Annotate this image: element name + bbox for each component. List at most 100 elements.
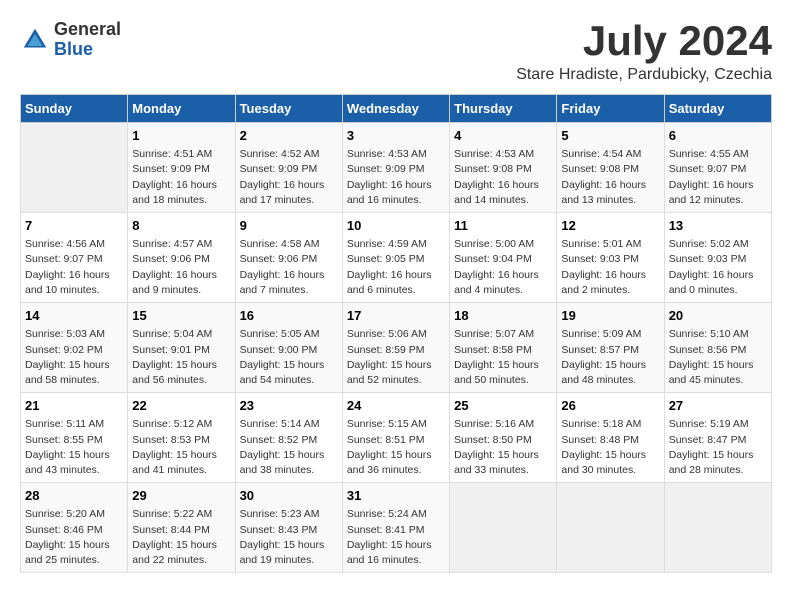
day-number: 1 [132, 127, 230, 145]
header-row: SundayMondayTuesdayWednesdayThursdayFrid… [21, 95, 772, 123]
day-info: Sunrise: 5:07 AM Sunset: 8:58 PM Dayligh… [454, 327, 552, 388]
day-info: Sunrise: 5:04 AM Sunset: 9:01 PM Dayligh… [132, 327, 230, 388]
day-info: Sunrise: 5:18 AM Sunset: 8:48 PM Dayligh… [561, 417, 659, 478]
calendar-cell: 27 Sunrise: 5:19 AM Sunset: 8:47 PM Dayli… [664, 393, 771, 483]
day-info: Sunrise: 4:53 AM Sunset: 9:09 PM Dayligh… [347, 147, 445, 208]
calendar-cell: 2 Sunrise: 4:52 AM Sunset: 9:09 PM Daylig… [235, 123, 342, 213]
calendar-body: 1 Sunrise: 4:51 AM Sunset: 9:09 PM Daylig… [21, 123, 772, 573]
day-number: 28 [25, 487, 123, 505]
day-number: 20 [669, 307, 767, 325]
day-info: Sunrise: 5:06 AM Sunset: 8:59 PM Dayligh… [347, 327, 445, 388]
week-row-3: 14 Sunrise: 5:03 AM Sunset: 9:02 PM Dayli… [21, 303, 772, 393]
header-saturday: Saturday [664, 95, 771, 123]
day-number: 5 [561, 127, 659, 145]
day-number: 21 [25, 397, 123, 415]
day-info: Sunrise: 5:15 AM Sunset: 8:51 PM Dayligh… [347, 417, 445, 478]
calendar-cell [450, 483, 557, 573]
day-info: Sunrise: 4:54 AM Sunset: 9:08 PM Dayligh… [561, 147, 659, 208]
day-number: 24 [347, 397, 445, 415]
day-number: 11 [454, 217, 552, 235]
calendar-cell [664, 483, 771, 573]
day-info: Sunrise: 5:23 AM Sunset: 8:43 PM Dayligh… [240, 507, 338, 568]
calendar-cell: 4 Sunrise: 4:53 AM Sunset: 9:08 PM Daylig… [450, 123, 557, 213]
day-number: 23 [240, 397, 338, 415]
day-info: Sunrise: 4:57 AM Sunset: 9:06 PM Dayligh… [132, 237, 230, 298]
day-info: Sunrise: 4:53 AM Sunset: 9:08 PM Dayligh… [454, 147, 552, 208]
day-number: 19 [561, 307, 659, 325]
day-info: Sunrise: 5:14 AM Sunset: 8:52 PM Dayligh… [240, 417, 338, 478]
header-wednesday: Wednesday [342, 95, 449, 123]
calendar-header: SundayMondayTuesdayWednesdayThursdayFrid… [21, 95, 772, 123]
calendar-cell: 9Sunrise: 4:58 AM Sunset: 9:06 PM Daylig… [235, 213, 342, 303]
week-row-4: 21 Sunrise: 5:11 AM Sunset: 8:55 PM Dayli… [21, 393, 772, 483]
location-title: Stare Hradiste, Pardubicky, Czechia [516, 66, 772, 84]
calendar-cell: 31 Sunrise: 5:24 AM Sunset: 8:41 PM Dayli… [342, 483, 449, 573]
page-header: General Blue July 2024 Stare Hradiste, P… [20, 20, 772, 84]
calendar-cell: 25Sunrise: 5:16 AM Sunset: 8:50 PM Dayli… [450, 393, 557, 483]
calendar-cell: 24 Sunrise: 5:15 AM Sunset: 8:51 PM Dayli… [342, 393, 449, 483]
day-info: Sunrise: 4:59 AM Sunset: 9:05 PM Dayligh… [347, 237, 445, 298]
day-info: Sunrise: 5:11 AM Sunset: 8:55 PM Dayligh… [25, 417, 123, 478]
day-number: 27 [669, 397, 767, 415]
day-info: Sunrise: 5:05 AM Sunset: 9:00 PM Dayligh… [240, 327, 338, 388]
header-sunday: Sunday [21, 95, 128, 123]
day-info: Sunrise: 5:12 AM Sunset: 8:53 PM Dayligh… [132, 417, 230, 478]
day-info: Sunrise: 4:52 AM Sunset: 9:09 PM Dayligh… [240, 147, 338, 208]
logo-general: General [54, 20, 121, 40]
day-number: 30 [240, 487, 338, 505]
calendar-cell: 18 Sunrise: 5:07 AM Sunset: 8:58 PM Dayli… [450, 303, 557, 393]
calendar-cell: 1 Sunrise: 4:51 AM Sunset: 9:09 PM Daylig… [128, 123, 235, 213]
calendar-cell: 6 Sunrise: 4:55 AM Sunset: 9:07 PM Daylig… [664, 123, 771, 213]
calendar-cell [21, 123, 128, 213]
day-number: 18 [454, 307, 552, 325]
calendar-cell: 3 Sunrise: 4:53 AM Sunset: 9:09 PM Daylig… [342, 123, 449, 213]
day-number: 29 [132, 487, 230, 505]
day-number: 12 [561, 217, 659, 235]
week-row-5: 28Sunrise: 5:20 AM Sunset: 8:46 PM Dayli… [21, 483, 772, 573]
day-info: Sunrise: 4:51 AM Sunset: 9:09 PM Dayligh… [132, 147, 230, 208]
day-number: 17 [347, 307, 445, 325]
calendar-cell: 13Sunrise: 5:02 AM Sunset: 9:03 PM Dayli… [664, 213, 771, 303]
day-number: 22 [132, 397, 230, 415]
calendar-cell: 16Sunrise: 5:05 AM Sunset: 9:00 PM Dayli… [235, 303, 342, 393]
calendar-cell: 29 Sunrise: 5:22 AM Sunset: 8:44 PM Dayli… [128, 483, 235, 573]
header-thursday: Thursday [450, 95, 557, 123]
day-info: Sunrise: 4:56 AM Sunset: 9:07 PM Dayligh… [25, 237, 123, 298]
day-number: 3 [347, 127, 445, 145]
day-number: 14 [25, 307, 123, 325]
calendar-cell: 12 Sunrise: 5:01 AM Sunset: 9:03 PM Dayli… [557, 213, 664, 303]
calendar-cell: 15 Sunrise: 5:04 AM Sunset: 9:01 PM Dayli… [128, 303, 235, 393]
calendar-cell [557, 483, 664, 573]
day-number: 15 [132, 307, 230, 325]
calendar-cell: 7Sunrise: 4:56 AM Sunset: 9:07 PM Daylig… [21, 213, 128, 303]
week-row-1: 1 Sunrise: 4:51 AM Sunset: 9:09 PM Daylig… [21, 123, 772, 213]
logo-text: General Blue [54, 20, 121, 60]
day-info: Sunrise: 5:16 AM Sunset: 8:50 PM Dayligh… [454, 417, 552, 478]
day-number: 6 [669, 127, 767, 145]
day-number: 31 [347, 487, 445, 505]
day-info: Sunrise: 5:00 AM Sunset: 9:04 PM Dayligh… [454, 237, 552, 298]
title-section: July 2024 Stare Hradiste, Pardubicky, Cz… [516, 20, 772, 84]
calendar-cell: 22 Sunrise: 5:12 AM Sunset: 8:53 PM Dayli… [128, 393, 235, 483]
header-tuesday: Tuesday [235, 95, 342, 123]
calendar-cell: 10 Sunrise: 4:59 AM Sunset: 9:05 PM Dayli… [342, 213, 449, 303]
week-row-2: 7Sunrise: 4:56 AM Sunset: 9:07 PM Daylig… [21, 213, 772, 303]
day-info: Sunrise: 5:22 AM Sunset: 8:44 PM Dayligh… [132, 507, 230, 568]
day-number: 10 [347, 217, 445, 235]
day-info: Sunrise: 5:24 AM Sunset: 8:41 PM Dayligh… [347, 507, 445, 568]
logo: General Blue [20, 20, 121, 60]
calendar-cell: 14 Sunrise: 5:03 AM Sunset: 9:02 PM Dayli… [21, 303, 128, 393]
day-info: Sunrise: 4:55 AM Sunset: 9:07 PM Dayligh… [669, 147, 767, 208]
calendar-cell: 26Sunrise: 5:18 AM Sunset: 8:48 PM Dayli… [557, 393, 664, 483]
day-number: 4 [454, 127, 552, 145]
calendar-cell: 8 Sunrise: 4:57 AM Sunset: 9:06 PM Daylig… [128, 213, 235, 303]
day-info: Sunrise: 5:01 AM Sunset: 9:03 PM Dayligh… [561, 237, 659, 298]
day-number: 8 [132, 217, 230, 235]
calendar-cell: 28Sunrise: 5:20 AM Sunset: 8:46 PM Dayli… [21, 483, 128, 573]
logo-icon [20, 25, 50, 55]
day-number: 2 [240, 127, 338, 145]
header-monday: Monday [128, 95, 235, 123]
calendar-cell: 21 Sunrise: 5:11 AM Sunset: 8:55 PM Dayli… [21, 393, 128, 483]
day-info: Sunrise: 5:03 AM Sunset: 9:02 PM Dayligh… [25, 327, 123, 388]
day-info: Sunrise: 5:19 AM Sunset: 8:47 PM Dayligh… [669, 417, 767, 478]
